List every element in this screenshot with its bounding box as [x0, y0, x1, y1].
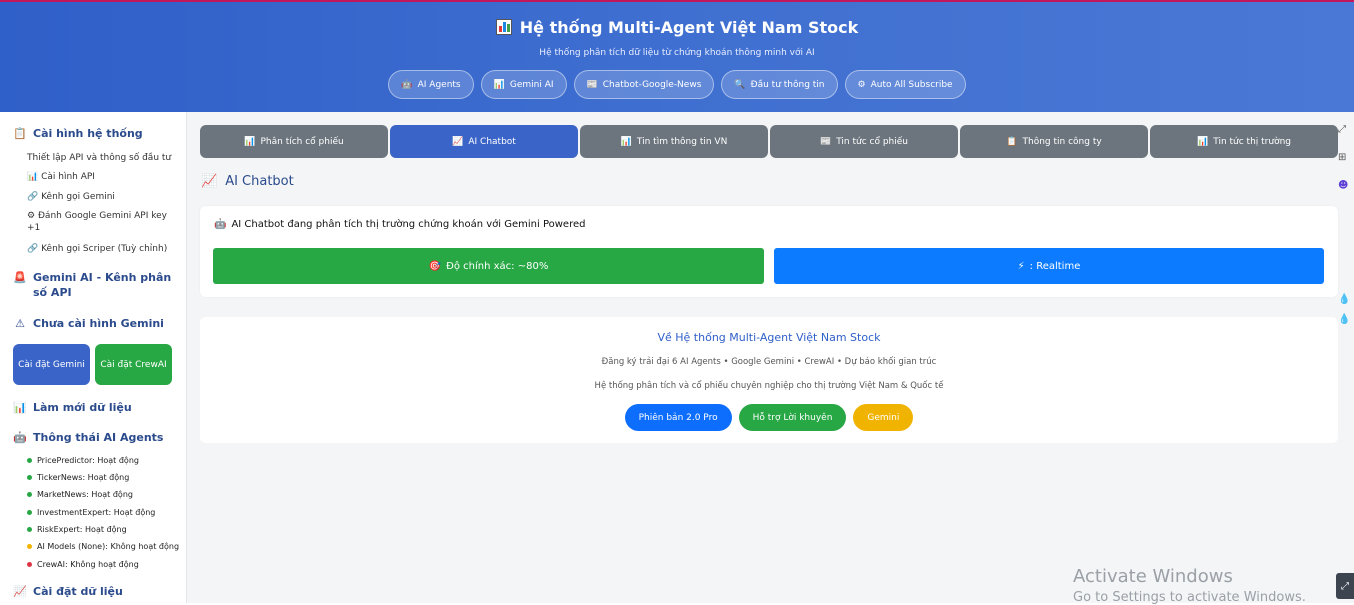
tab-phan-tich-co-phieu[interactable]: 📊 Phân tích cổ phiếu: [200, 125, 388, 158]
about-title: Về Hệ thống Multi-Agent Việt Nam Stock: [657, 331, 881, 344]
sidebar-item-api[interactable]: 📊 Cài hình API: [27, 171, 172, 183]
trend-icon: 📈: [452, 136, 464, 147]
clipboard-icon: 📋: [13, 127, 27, 140]
sidebar-item-scriper[interactable]: 🔗 Kênh gọi Scriper (Tuỳ chỉnh): [27, 243, 172, 255]
agent-status-item: AI Models (None): Không hoạt động: [27, 542, 179, 551]
nav-gemini-ai[interactable]: 📊 Gemini AI: [480, 70, 567, 99]
tab-ai-chatbot[interactable]: 📈 AI Chatbot: [390, 125, 578, 158]
robot-icon: 🤖: [13, 431, 27, 444]
status-dot: [27, 492, 32, 497]
assistant-icon[interactable]: ☻: [1338, 180, 1348, 191]
tab-bar: 📊 Phân tích cổ phiếu 📈 AI Chatbot 📊 Tin tìm…: [200, 125, 1338, 158]
sidebar-config-title: 📋 Cài hình hệ thống: [13, 127, 143, 140]
sidebar-item-gemini-channel[interactable]: 🔗 Kênh gọi Gemini: [27, 191, 172, 203]
sidebar-warning: ⚠ Chưa cài hình Gemini: [13, 316, 178, 331]
nav-ai-agents[interactable]: 🤖 AI Agents: [388, 70, 474, 99]
header-nav: 🤖 AI Agents 📊 Gemini AI 📰 Chatbot-Google-Ne…: [0, 70, 1354, 99]
chart-icon: 📊: [493, 79, 505, 90]
gemini-badge: Gemini: [853, 404, 914, 431]
tab-tin-tuc-thi-truong[interactable]: 📊 Tin tức thị trường: [1150, 125, 1338, 158]
sidebar-data-settings[interactable]: 📈 Cài đặt dữ liệu: [13, 584, 178, 599]
lightning-icon: ⚡: [1017, 260, 1025, 272]
status-dot: [27, 562, 32, 567]
setup-gemini-button[interactable]: Cài đặt Gemini: [13, 344, 90, 385]
about-line-1: Đăng ký trải đại 6 AI Agents • Google Ge…: [601, 357, 937, 367]
link-icon: 🔗: [27, 244, 39, 254]
version-badge: Phiên bản 2.0 Pro: [624, 404, 732, 431]
gear-icon: ⚙: [27, 211, 36, 221]
chart-icon: 📊: [1197, 136, 1209, 147]
nav-auto-subscribe[interactable]: ⚙ Auto All Subscribe: [844, 70, 966, 99]
chatbot-status-card: 🤖 AI Chatbot đang phân tích thị trường ch…: [200, 206, 1338, 297]
status-dot: [27, 510, 32, 515]
sidebar: 📋 Cài hình hệ thống Thiết lập API và thôn…: [0, 112, 187, 603]
accuracy-metric: 🎯 Độ chính xác: ~80%: [213, 248, 764, 284]
robot-icon: 🤖: [214, 219, 227, 230]
agent-status-item: RiskExpert: Hoạt động: [27, 525, 127, 534]
newspaper-icon: 📰: [586, 79, 598, 90]
activate-windows-watermark: Activate Windows: [1073, 566, 1233, 587]
about-card: Về Hệ thống Multi-Agent Việt Nam Stock Đ…: [200, 317, 1338, 443]
chart-icon: 📊: [620, 136, 632, 147]
agent-status-item: MarketNews: Hoạt động: [27, 490, 133, 499]
agent-status-item: CrewAI: Không hoạt động: [27, 560, 139, 569]
status-dot: [27, 527, 32, 532]
section-title: 📈 AI Chatbot: [201, 174, 294, 189]
about-line-2: Hệ thống phân tích và cổ phiếu chuyên ng…: [594, 381, 944, 391]
status-dot: [27, 544, 32, 549]
expand-icon[interactable]: ⤢: [1338, 124, 1346, 135]
app-title: Hệ thống Multi-Agent Việt Nam Stock: [0, 18, 1354, 37]
robot-icon: 🤖: [401, 79, 413, 90]
status-dot: [27, 475, 32, 480]
realtime-metric: ⚡: Realtime: [774, 248, 1324, 284]
nav-chatbot-google-news[interactable]: 📰 Chatbot-Google-News: [573, 70, 715, 99]
newspaper-icon: 📰: [819, 136, 832, 147]
sidebar-agents-title: 🤖 Thông thái AI Agents: [13, 431, 164, 444]
tab-tin-tim-thong-tin-vn[interactable]: 📊 Tin tìm thông tin VN: [580, 125, 768, 158]
sidebar-refresh[interactable]: 📊 Làm mới dữ liệu: [13, 400, 178, 415]
chart-icon: 📊: [13, 401, 27, 414]
tab-thong-tin-cong-ty[interactable]: 📋 Thông tin công ty: [960, 125, 1148, 158]
chart-icon: 📊: [27, 172, 39, 182]
app-header: Hệ thống Multi-Agent Việt Nam Stock Hệ t…: [0, 2, 1354, 112]
nav-dau-tu-thong-tin[interactable]: 🔍 Đầu tư thông tin: [721, 70, 838, 99]
agent-status-item: TickerNews: Hoạt động: [27, 473, 129, 482]
target-icon: 🎯: [428, 260, 442, 272]
bar-chart-icon: [495, 19, 512, 35]
tab-tin-tuc-co-phieu[interactable]: 📰 Tin tức cổ phiếu: [770, 125, 958, 158]
trend-icon: 📈: [201, 174, 218, 189]
sidebar-item-gemini-key[interactable]: ⚙ Đánh Google Gemini API key +1: [27, 210, 172, 234]
gear-icon: ⚙: [857, 79, 866, 90]
chatbot-status-text: 🤖 AI Chatbot đang phân tích thị trường ch…: [214, 219, 586, 230]
link-icon: 🔗: [27, 192, 39, 202]
warning-icon: ⚠: [15, 317, 25, 330]
badge-row: Phiên bản 2.0 Pro Hỗ trợ Lời khuyên Gemi…: [200, 404, 1338, 431]
app-subtitle: Hệ thống phân tích dữ liệu từ chứng khoá…: [539, 48, 815, 58]
grid-icon[interactable]: ⊞: [1338, 152, 1346, 163]
setup-crewai-button[interactable]: Cài đặt CrewAI: [95, 344, 172, 385]
agent-status-item: PricePredictor: Hoạt động: [27, 456, 139, 465]
search-icon: 🔍: [734, 79, 746, 90]
chart-icon: 📈: [13, 585, 27, 598]
agent-status-item: InvestmentExpert: Hoạt động: [27, 508, 155, 517]
expand-corner-icon[interactable]: ⤢: [1336, 573, 1354, 599]
drop-icon[interactable]: 💧: [1338, 294, 1350, 305]
support-badge: Hỗ trợ Lời khuyên: [738, 404, 847, 431]
drop-icon[interactable]: 💧: [1338, 314, 1350, 325]
right-edge-toolbar: ⤢ ⊞ ☻ 💧 💧: [1338, 112, 1354, 603]
sidebar-config-desc: Thiết lập API và thông số đầu tư: [27, 153, 172, 163]
siren-icon: 🚨: [13, 271, 27, 284]
chart-icon: 📊: [244, 136, 256, 147]
sidebar-gemini-title: 🚨 Gemini AI - Kênh phân số API: [13, 271, 172, 299]
status-dot: [27, 458, 32, 463]
clipboard-icon: 📋: [1006, 136, 1018, 147]
